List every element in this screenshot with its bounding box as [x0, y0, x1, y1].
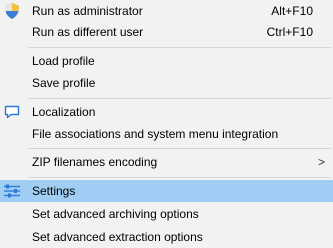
menu-item-shortcut: Alt+F10	[271, 4, 313, 18]
menu-item-save-profile[interactable]: Save profile	[0, 72, 333, 94]
menu-separator	[28, 177, 331, 178]
chat-bubble-icon	[4, 105, 20, 119]
settings-sliders-icon	[4, 184, 20, 198]
menu-item-label: File associations and system menu integr…	[32, 127, 279, 141]
menu-item-label: Run as different user	[32, 25, 144, 39]
shield-icon	[5, 3, 19, 19]
menu-item-label: ZIP filenames encoding	[32, 155, 158, 169]
menu-item-label: Load profile	[32, 54, 95, 68]
menu-separator	[28, 47, 331, 48]
menu-item-label: Run as administrator	[32, 4, 143, 18]
menu-item-run-as-different-user[interactable]: Run as different user Ctrl+F10	[0, 21, 333, 43]
menu-separator	[28, 148, 331, 149]
menu-item-zip-filenames-encoding[interactable]: ZIP filenames encoding >	[0, 151, 333, 173]
menu-item-load-profile[interactable]: Load profile	[0, 50, 333, 72]
menu-item-shortcut: Ctrl+F10	[266, 25, 313, 39]
menu-item-settings[interactable]: Settings	[0, 180, 333, 202]
menu-item-localization[interactable]: Localization	[0, 101, 333, 123]
menu-item-file-associations[interactable]: File associations and system menu integr…	[0, 123, 333, 145]
menu-item-label: Set advanced extraction options	[32, 230, 203, 244]
menu-item-label: Set advanced archiving options	[32, 207, 199, 221]
menu-item-run-as-administrator[interactable]: Run as administrator Alt+F10	[0, 0, 333, 22]
menu-item-label: Localization	[32, 105, 96, 119]
menu-separator	[28, 98, 331, 99]
menu-item-set-advanced-extraction-options[interactable]: Set advanced extraction options	[0, 226, 333, 248]
menu-item-set-advanced-archiving-options[interactable]: Set advanced archiving options	[0, 203, 333, 225]
context-menu: Run as administrator Alt+F10 Run as diff…	[0, 0, 333, 248]
submenu-arrow-icon: >	[317, 155, 325, 169]
menu-item-label: Save profile	[32, 76, 96, 90]
menu-item-label: Settings	[32, 184, 76, 198]
